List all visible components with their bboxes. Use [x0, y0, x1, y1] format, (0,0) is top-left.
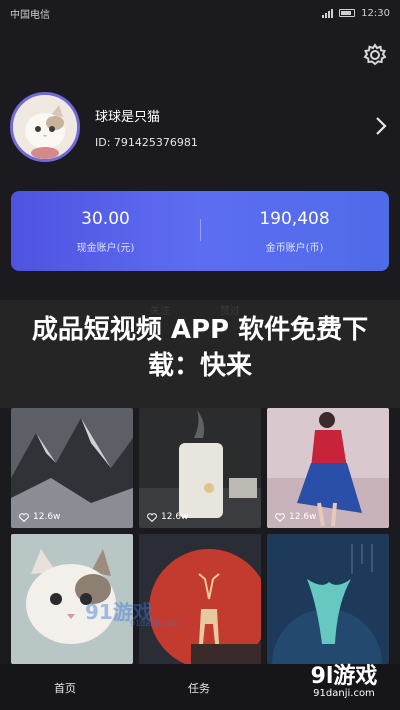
heart-icon	[19, 512, 29, 522]
profile-id: ID: 791425376981	[95, 136, 198, 149]
coin-balance: 190,408	[259, 209, 330, 229]
coin-account[interactable]: 190,408 金币账户(币)	[200, 191, 389, 271]
video-likes-count: 12.6w	[289, 512, 317, 522]
video-likes-count: 12.6w	[161, 512, 189, 522]
watermark-corner: 9l游戏 91danji.com	[298, 656, 390, 704]
fashion-thumbnail	[267, 408, 389, 528]
video-likes: 12.6w	[275, 512, 316, 522]
video-card-2[interactable]: 12.6w	[139, 408, 261, 528]
video-likes: 12.6w	[19, 512, 60, 522]
nav-tasks[interactable]: 任务	[188, 680, 210, 696]
video-likes: 12.6w	[147, 512, 188, 522]
nav-home[interactable]: 首页	[54, 680, 76, 696]
deer-thumbnail	[139, 534, 261, 664]
coin-label: 金币账户(币)	[265, 243, 324, 254]
heart-icon	[147, 512, 157, 522]
status-time: 12:30	[361, 7, 390, 19]
profile-name: 球球是只猫	[95, 110, 161, 125]
cash-balance: 30.00	[81, 209, 130, 229]
status-indicators: 12:30	[322, 8, 390, 19]
battery-icon	[339, 9, 356, 17]
settings-button[interactable]	[362, 42, 388, 68]
video-card-3[interactable]: 12.6w	[267, 408, 389, 528]
whale-tail-thumbnail	[267, 534, 389, 664]
gear-icon	[363, 43, 387, 66]
watermark-url-corner: 91danji.com	[313, 688, 375, 699]
mountain-thumbnail	[11, 408, 133, 528]
profile-header[interactable]: 球球是只猫 ID: 791425376981	[10, 92, 390, 172]
watermark-url-mid: 91danji.com	[130, 619, 180, 628]
video-likes-count: 12.6w	[33, 512, 61, 522]
chevron-right-icon	[376, 117, 387, 135]
profile-more-button[interactable]	[372, 114, 390, 138]
cash-label: 现金账户(元)	[76, 243, 135, 254]
wallet-card: 30.00 现金账户(元) 190,408 金币账户(币)	[11, 191, 389, 271]
cat-avatar-image	[13, 95, 77, 159]
status-bar: 中国电信 12:30	[0, 0, 400, 26]
cash-account[interactable]: 30.00 现金账户(元)	[11, 191, 200, 271]
carrier-label: 中国电信	[10, 9, 50, 21]
heart-icon	[275, 512, 285, 522]
video-card-5[interactable]	[139, 534, 261, 664]
avatar[interactable]	[10, 92, 80, 162]
video-card-6[interactable]	[267, 534, 389, 664]
headline-text: 成品短视频 APP 软件免费下载：快来	[31, 315, 369, 381]
video-card-1[interactable]: 12.6w	[11, 408, 133, 528]
watermark-logo-corner: 9l游戏	[310, 664, 378, 689]
signal-icon	[322, 8, 334, 18]
humidifier-thumbnail	[139, 408, 261, 528]
